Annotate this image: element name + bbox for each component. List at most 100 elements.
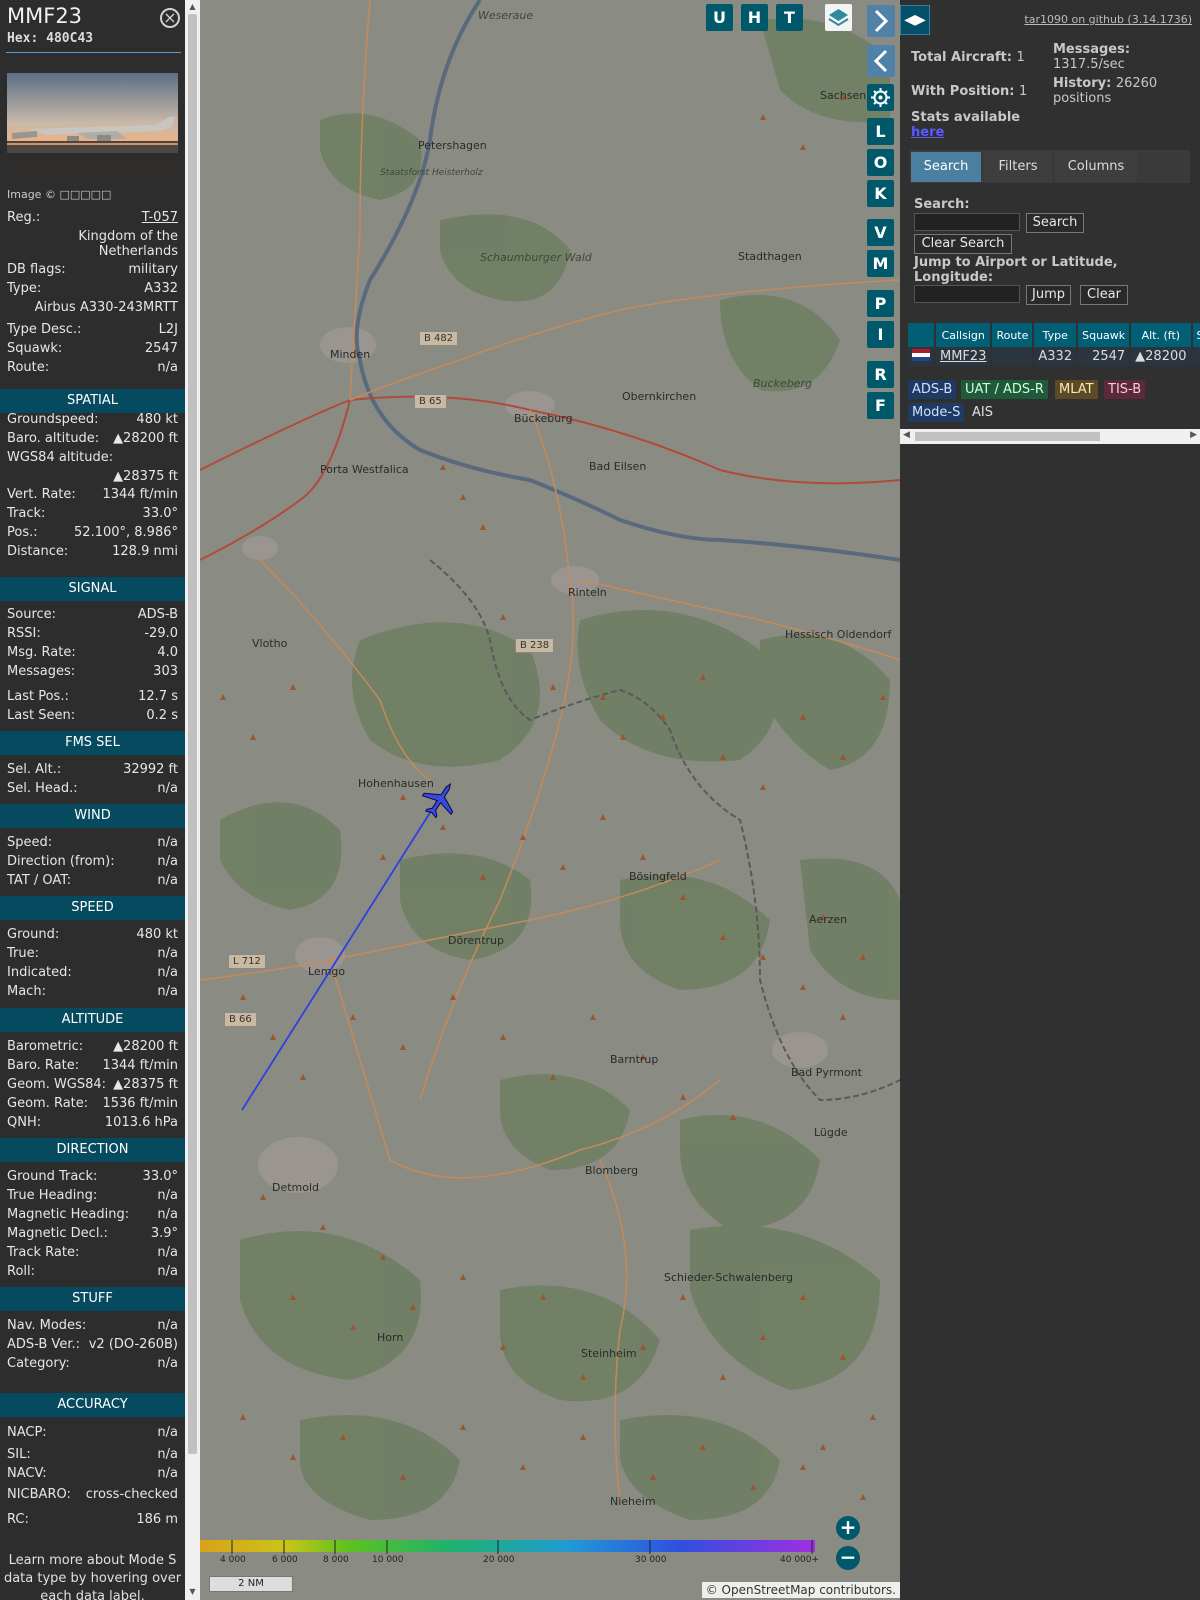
column-header[interactable]: Type (1033, 323, 1079, 347)
registration-link[interactable]: T-057 (142, 210, 178, 225)
source-badge-modes[interactable]: Mode-S (908, 403, 965, 422)
info-row: ▲28375 ft (113, 469, 178, 484)
map-label: Horn (377, 1331, 404, 1344)
source-badge-uat[interactable]: UAT / ADS-R (961, 380, 1048, 399)
scrollbar-thumb[interactable] (915, 432, 1100, 441)
total-aircraft: Total Aircraft: 1 (911, 50, 1025, 65)
scrollbar-thumb[interactable] (188, 14, 197, 1454)
scroll-up-icon[interactable]: ▲ (188, 2, 197, 11)
info-row: RC: 186 m (7, 1512, 178, 1527)
chevron-left-icon[interactable] (867, 45, 895, 77)
info-row: Sel. Head.: n/a (7, 781, 178, 796)
road-shield: B 238 (515, 638, 555, 653)
map-view[interactable]: Weseraue Petershagen Staatsforst Heister… (200, 0, 900, 1600)
jump-input[interactable] (914, 285, 1020, 303)
chevron-right-icon[interactable] (867, 5, 895, 37)
info-row: RSSI: -29.0 (7, 626, 178, 641)
info-row: Sel. Alt.: 32992 ft (7, 762, 178, 777)
table-horizontal-scrollbar[interactable]: ◀ ▶ (900, 429, 1200, 444)
alt-scale-label: 40 000+ (780, 1555, 820, 1565)
info-row: Messages: 303 (7, 664, 178, 679)
speed-cell (1191, 347, 1200, 366)
alt-scale-label: 8 000 (323, 1555, 349, 1565)
callsign-cell[interactable]: MMF23 (935, 347, 993, 366)
map-button-r[interactable]: R (867, 361, 894, 388)
map-label: Sachsenh (820, 89, 874, 102)
scroll-down-icon[interactable]: ▼ (188, 1587, 197, 1596)
map-button-h[interactable]: H (741, 4, 768, 31)
info-row: Geom. Rate: 1536 ft/min (7, 1096, 178, 1111)
column-header[interactable]: Squawk (1077, 323, 1132, 347)
section-speed: SPEED (0, 896, 185, 920)
scroll-left-icon[interactable]: ◀ (903, 430, 910, 440)
type-cell: A332 (1033, 347, 1079, 366)
squawk-row: Squawk: 2547 (7, 341, 178, 356)
version-link[interactable]: tar1090 on github (3.14.1736) (1024, 13, 1192, 26)
map-label: Nieheim (610, 1495, 656, 1508)
map-button-u[interactable]: U (706, 4, 733, 31)
map-label: Blomberg (585, 1164, 639, 1177)
info-row: QNH: 1013.6 hPa (7, 1115, 178, 1130)
tab-search[interactable]: Search (911, 152, 981, 182)
section-stuff: STUFF (0, 1287, 185, 1311)
aircraft-list-panel: ◀▶ tar1090 on github (3.14.1736) Total A… (900, 0, 1200, 1600)
clear-search-button[interactable]: Clear Search (914, 234, 1012, 254)
info-row: Msg. Rate: 4.0 (7, 645, 178, 660)
source-badge-tisb[interactable]: TIS-B (1104, 380, 1146, 399)
column-header[interactable]: Route (991, 323, 1035, 347)
zoom-out-button[interactable]: − (836, 1546, 860, 1570)
search-input[interactable] (914, 213, 1020, 231)
stats-link[interactable]: here (911, 125, 1020, 140)
type-full: Airbus A330-243MRTT (34, 300, 178, 315)
search-button[interactable]: Search (1026, 213, 1084, 233)
scale-bar: 2 NM (209, 1576, 293, 1592)
map-button-o[interactable]: O (867, 149, 894, 176)
column-header[interactable]: Callsign (935, 323, 993, 347)
map-label: Barntrup (610, 1053, 659, 1066)
map-button-k[interactable]: K (867, 180, 894, 207)
tab-filters[interactable]: Filters (984, 152, 1052, 182)
close-icon[interactable]: × (160, 8, 180, 28)
tab-columns[interactable]: Columns (1055, 152, 1137, 182)
settings-gear-icon[interactable] (867, 84, 894, 111)
map-button-p[interactable]: P (867, 290, 894, 317)
map-label: Bad Pyrmont (791, 1066, 862, 1079)
altitude-cell: ▲28200 (1130, 347, 1193, 366)
map-label: Bösingfeld (629, 870, 687, 883)
info-row: Speed: n/a (7, 835, 178, 850)
info-row: NICBARO: cross-checked (7, 1487, 178, 1502)
column-header[interactable] (908, 323, 936, 347)
map-label: Lemgo (308, 965, 346, 978)
source-badge-adsb[interactable]: ADS-B (908, 380, 957, 399)
section-fms: FMS SEL (0, 731, 185, 755)
zoom-in-button[interactable]: + (836, 1516, 860, 1540)
aircraft-table: Callsign Route Type Squawk Alt. (ft) Spd… (908, 323, 1200, 366)
footer-note: Learn more about Mode S data type by hov… (3, 1553, 182, 1600)
map-button-i[interactable]: I (867, 321, 894, 348)
scroll-right-icon[interactable]: ▶ (1190, 430, 1197, 440)
map-button-v[interactable]: V (867, 219, 894, 246)
map-terrain (200, 0, 900, 1554)
info-panel-scrollbar[interactable]: ▲ ▼ (185, 0, 200, 1600)
source-badge-mlat[interactable]: MLAT (1055, 380, 1098, 399)
map-button-f[interactable]: F (867, 392, 894, 419)
source-badge-ais[interactable]: AIS (968, 403, 997, 422)
road-shield: L 712 (228, 954, 266, 969)
clear-button[interactable]: Clear (1080, 285, 1128, 305)
info-row: Track Rate: n/a (7, 1245, 178, 1260)
map-label: Hessisch Oldendorf (785, 628, 892, 641)
map-button-m[interactable]: M (867, 250, 894, 277)
aircraft-photo[interactable] (7, 73, 178, 184)
table-row[interactable]: MMF23 A332 2547 ▲28200 (908, 347, 1200, 366)
map-button-l[interactable]: L (867, 118, 894, 145)
jump-button[interactable]: Jump (1026, 285, 1071, 305)
map-label: Lügde (814, 1126, 848, 1139)
column-header[interactable]: Spd (1191, 323, 1200, 347)
info-row: Geom. WGS84: ▲28375 ft (7, 1077, 178, 1092)
expand-collapse-icon[interactable]: ◀▶ (900, 5, 930, 35)
map-button-t[interactable]: T (776, 4, 803, 31)
map-label: Schaumburger Wald (480, 251, 592, 264)
layers-icon[interactable] (825, 4, 852, 31)
column-header[interactable]: Alt. (ft) (1130, 323, 1193, 347)
map-attribution[interactable]: © OpenStreetMap contributors. (701, 1582, 900, 1598)
